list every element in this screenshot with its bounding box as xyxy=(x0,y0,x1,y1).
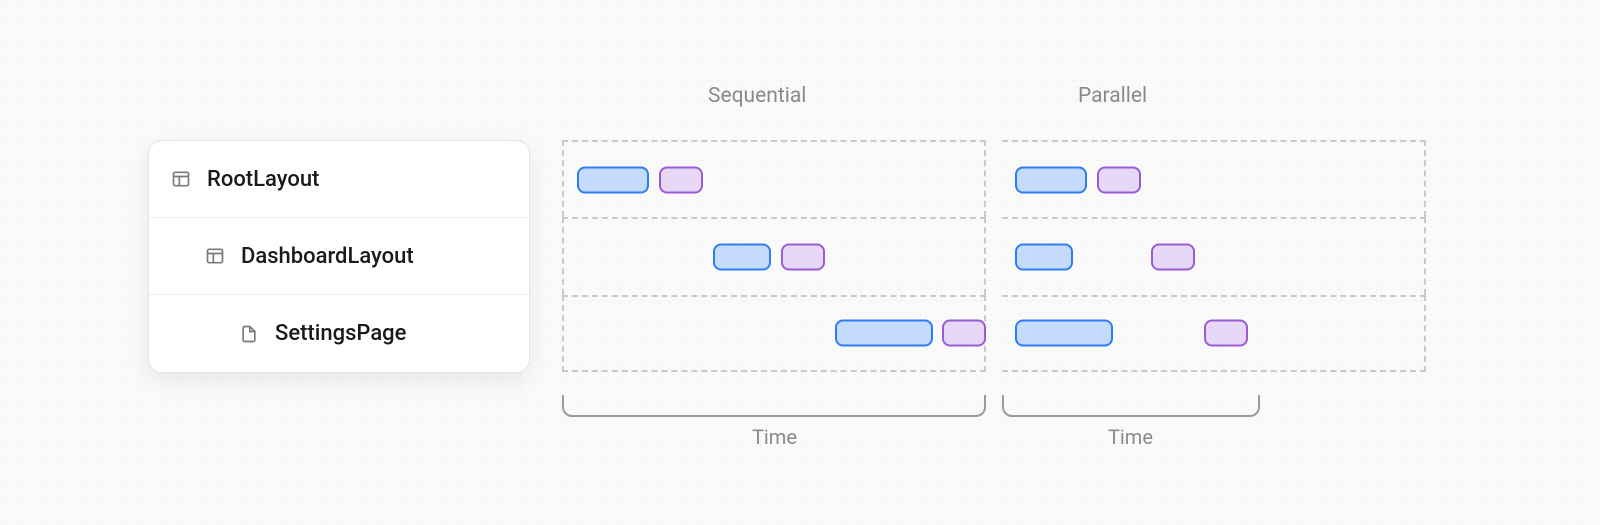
component-tree-card: RootLayout DashboardLayout SettingsPage xyxy=(148,140,530,373)
bar-render xyxy=(1097,166,1141,193)
time-bracket-sequential xyxy=(562,395,986,417)
lane-rootlayout xyxy=(1002,140,1426,217)
layout-icon xyxy=(205,246,225,266)
tree-item-label: DashboardLayout xyxy=(241,244,414,269)
column-header-sequential: Sequential xyxy=(708,84,806,108)
bar-fetch xyxy=(1015,320,1113,347)
tree-item-dashboardlayout: DashboardLayout xyxy=(149,218,529,295)
bar-fetch xyxy=(1015,243,1073,270)
tree-item-label: SettingsPage xyxy=(275,321,406,346)
bar-render xyxy=(1204,320,1248,347)
column-header-parallel: Parallel xyxy=(1078,84,1147,108)
bar-fetch xyxy=(1015,166,1087,193)
lane-dashboardlayout xyxy=(1002,217,1426,294)
page-icon xyxy=(239,324,259,344)
lane-settingspage xyxy=(1002,295,1426,372)
tree-item-rootlayout: RootLayout xyxy=(149,141,529,218)
layout-icon xyxy=(171,169,191,189)
lane-settingspage xyxy=(562,295,986,372)
lane-rootlayout xyxy=(562,140,986,217)
time-label-sequential: Time xyxy=(752,425,797,449)
time-label-parallel: Time xyxy=(1108,425,1153,449)
bar-render xyxy=(1151,243,1195,270)
bar-render xyxy=(659,166,703,193)
timeline-parallel xyxy=(1002,140,1426,372)
timeline-sequential xyxy=(562,140,986,372)
bar-fetch xyxy=(577,166,649,193)
bar-render xyxy=(942,320,986,347)
bar-fetch xyxy=(835,320,933,347)
tree-item-settingspage: SettingsPage xyxy=(149,295,529,372)
lane-dashboardlayout xyxy=(562,217,986,294)
bar-fetch xyxy=(713,243,771,270)
tree-item-label: RootLayout xyxy=(207,167,319,192)
bar-render xyxy=(781,243,825,270)
time-bracket-parallel xyxy=(1002,395,1260,417)
